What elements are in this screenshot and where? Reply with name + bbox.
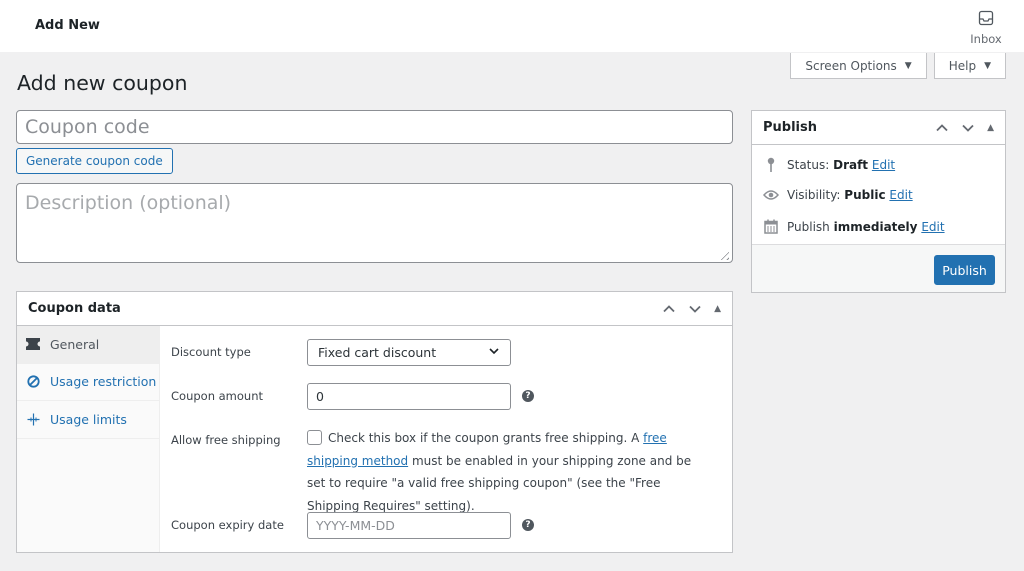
inbox-button[interactable]: Inbox [970,10,1002,46]
help-label: Help [948,58,977,73]
coupon-data-header: Coupon data ▲ [17,292,732,326]
inbox-label: Inbox [970,32,1002,46]
tab-usage-limits[interactable]: Usage limits [17,401,159,439]
coupon-expiry-input[interactable] [307,512,511,539]
help-button[interactable]: Help ▼ [933,53,1006,79]
publish-time-value: immediately [833,219,918,234]
coupon-data-tabs: General Usage restriction Usage limits [17,326,160,552]
toggle-panel-icon[interactable]: ▲ [714,304,721,314]
header-title: Add New [35,18,100,33]
inbox-icon [978,10,994,30]
publish-actions: Publish [752,244,1005,292]
discount-type-select[interactable]: Fixed cart discount [307,339,511,366]
discount-type-label: Discount type [171,345,251,359]
help-tip-icon[interactable]: ? [522,390,534,402]
screen-options-label: Screen Options [805,58,897,73]
caret-down-icon: ▼ [984,60,991,71]
general-panel: Discount type Fixed cart discount Coupon… [160,326,732,552]
eye-icon [763,189,779,201]
tab-usage-restriction[interactable]: Usage restriction [17,364,159,401]
pin-icon [763,157,779,173]
move-up-icon[interactable] [662,302,676,316]
status-label: Status: [787,158,830,172]
edit-publish-time-link[interactable]: Edit [921,220,944,234]
free-shipping-description: Check this box if the coupon grants free… [307,427,707,517]
edit-status-link[interactable]: Edit [872,158,895,172]
coupon-data-title: Coupon data [28,301,121,316]
publish-label: Publish [787,219,830,234]
move-down-icon[interactable] [961,121,975,135]
coupon-amount-input[interactable] [307,383,511,410]
publish-title: Publish [763,120,817,135]
chevron-down-icon [488,345,500,360]
coupon-data-box: Coupon data ▲ General Usage restriction [16,291,733,553]
move-up-icon[interactable] [935,121,949,135]
status-row: Status: Draft Edit [763,157,895,173]
coupon-amount-label: Coupon amount [171,389,264,403]
free-shipping-text-1: Check this box if the coupon grants free… [328,431,640,445]
page-title: Add new coupon [17,71,188,95]
screen-options-button[interactable]: Screen Options ▼ [790,53,927,79]
coupon-expiry-label: Coupon expiry date [171,518,284,532]
screen-meta-links: Screen Options ▼ Help ▼ [790,53,1006,79]
status-value: Draft [833,158,869,172]
tab-usage-restriction-label: Usage restriction [50,374,157,390]
limits-icon [26,412,40,426]
ticket-icon [26,337,40,351]
discount-type-value: Fixed cart discount [318,345,437,360]
schedule-row: Publish immediately Edit [763,219,945,234]
top-bar: Add New Inbox [0,0,1024,52]
free-shipping-checkbox[interactable] [307,430,322,445]
publish-header: Publish ▲ [752,111,1005,145]
visibility-label: Visibility: [787,188,841,202]
tab-general[interactable]: General [17,326,159,364]
help-tip-icon[interactable]: ? [522,519,534,531]
block-icon [26,375,40,389]
generate-coupon-code-button[interactable]: Generate coupon code [16,148,173,174]
caret-down-icon: ▼ [904,60,912,71]
visibility-value: Public [844,188,886,202]
toggle-panel-icon[interactable]: ▲ [987,123,994,133]
publish-box: Publish ▲ Status: Draft Edit Visibility:… [751,110,1006,293]
edit-visibility-link[interactable]: Edit [889,188,912,202]
coupon-code-input[interactable] [16,110,733,144]
calendar-icon [763,219,779,234]
tab-general-label: General [50,336,100,352]
publish-button[interactable]: Publish [934,255,995,285]
visibility-row: Visibility: Public Edit [763,188,913,202]
description-textarea[interactable] [16,183,733,263]
tab-usage-limits-label: Usage limits [50,411,127,427]
allow-free-shipping-label: Allow free shipping [171,433,281,447]
move-down-icon[interactable] [688,302,702,316]
